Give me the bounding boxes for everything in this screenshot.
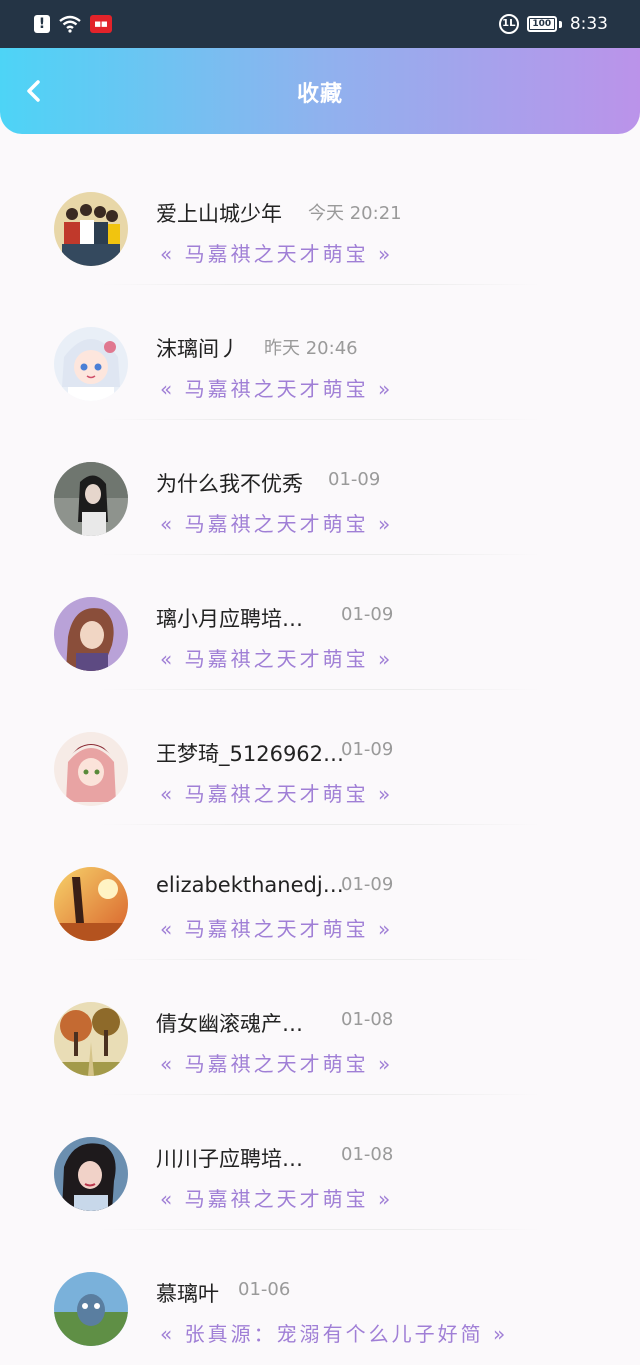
item-name: elizabekthanedj… xyxy=(156,873,344,897)
list-item[interactable]: 为什么我不优秀 01-09 « 马嘉祺之天才萌宝 » xyxy=(0,420,640,555)
item-book-title[interactable]: « 马嘉祺之天才萌宝 » xyxy=(160,913,393,942)
list-item[interactable]: 川川子应聘培… 01-08 « 马嘉祺之天才萌宝 » xyxy=(0,1095,640,1230)
item-time: 01-08 xyxy=(341,1144,394,1165)
item-name: 王梦琦_5126962… xyxy=(156,742,345,766)
app-notification-icon: ■■ xyxy=(90,15,112,33)
item-book-title[interactable]: « 马嘉祺之天才萌宝 » xyxy=(160,238,393,267)
list-item[interactable]: 倩女幽滚魂产… 01-08 « 马嘉祺之天才萌宝 » xyxy=(0,960,640,1095)
avatar[interactable] xyxy=(54,327,128,401)
item-book-title[interactable]: « 马嘉祺之天才萌宝 » xyxy=(160,373,393,402)
battery-cap xyxy=(558,20,562,28)
item-name: 慕璃叶 xyxy=(156,1282,219,1306)
alert-icon: ! xyxy=(34,15,50,33)
item-name: 川川子应聘培… xyxy=(156,1147,303,1171)
list-item[interactable]: 爱上山城少年 今天 20:21 « 马嘉祺之天才萌宝 » xyxy=(0,150,640,285)
avatar[interactable] xyxy=(54,732,128,806)
item-name: 倩女幽滚魂产… xyxy=(156,1012,303,1036)
battery-level: 100 xyxy=(532,19,552,29)
header: 收藏 xyxy=(0,48,640,134)
list-item[interactable]: 璃小月应聘培… 01-09 « 马嘉祺之天才萌宝 » xyxy=(0,555,640,690)
item-time: 01-09 xyxy=(341,739,394,760)
avatar[interactable] xyxy=(54,462,128,536)
avatar[interactable] xyxy=(54,1002,128,1076)
item-time: 今天 20:21 xyxy=(308,203,402,224)
item-time: 01-09 xyxy=(341,604,394,625)
clock: 8:33 xyxy=(569,14,608,34)
item-name: 璃小月应聘培… xyxy=(156,607,303,631)
avatar[interactable] xyxy=(54,1272,128,1346)
status-bar: ! ■■ 1L 100 8:33 xyxy=(0,0,640,48)
list-item[interactable]: 王梦琦_5126962… 01-09 « 马嘉祺之天才萌宝 » xyxy=(0,690,640,825)
favorites-list: 爱上山城少年 今天 20:21 « 马嘉祺之天才萌宝 » 沫璃间丿 昨天 20:… xyxy=(0,150,640,1365)
item-book-title[interactable]: « 马嘉祺之天才萌宝 » xyxy=(160,508,393,537)
item-book-title[interactable]: « 马嘉祺之天才萌宝 » xyxy=(160,1183,393,1212)
item-time: 01-09 xyxy=(341,874,394,895)
item-time: 01-09 xyxy=(328,469,381,490)
item-name: 沫璃间丿 xyxy=(156,337,240,361)
avatar[interactable] xyxy=(54,597,128,671)
item-time: 01-06 xyxy=(238,1279,291,1300)
item-name: 为什么我不优秀 xyxy=(156,472,303,496)
avatar[interactable] xyxy=(54,192,128,266)
item-name: 爱上山城少年 xyxy=(156,202,282,226)
avatar[interactable] xyxy=(54,867,128,941)
page-title: 收藏 xyxy=(296,82,343,107)
battery-icon: 100 xyxy=(526,16,557,32)
list-item[interactable]: 沫璃间丿 昨天 20:46 « 马嘉祺之天才萌宝 » xyxy=(0,285,640,420)
item-time: 01-08 xyxy=(341,1009,394,1030)
wifi-icon xyxy=(59,15,81,33)
item-book-title[interactable]: « 马嘉祺之天才萌宝 » xyxy=(160,643,393,672)
avatar[interactable] xyxy=(54,1137,128,1211)
item-time: 昨天 20:46 xyxy=(264,338,358,359)
item-book-title[interactable]: « 马嘉祺之天才萌宝 » xyxy=(160,1048,393,1077)
list-item[interactable]: 慕璃叶 01-06 « 张真源：宠溺有个么儿子好简 » xyxy=(0,1230,640,1365)
list-item[interactable]: elizabekthanedj… 01-09 « 马嘉祺之天才萌宝 » xyxy=(0,825,640,960)
item-book-title[interactable]: « 马嘉祺之天才萌宝 » xyxy=(160,778,393,807)
item-book-title[interactable]: « 张真源：宠溺有个么儿子好简 » xyxy=(160,1318,508,1347)
hd-voice-icon: 1L xyxy=(498,14,519,34)
